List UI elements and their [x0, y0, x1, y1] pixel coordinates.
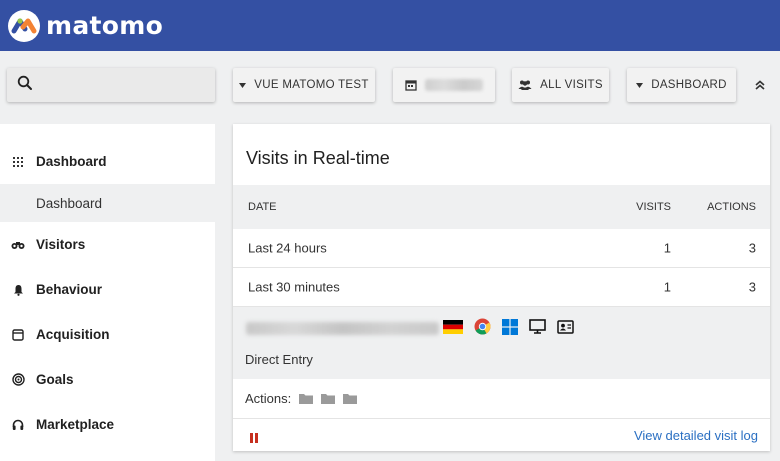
- bell-icon: [11, 283, 25, 297]
- caret-down-icon: [239, 82, 247, 88]
- search-icon: [17, 75, 33, 96]
- row-date: Last 30 minutes: [248, 279, 340, 295]
- caret-down-icon: [636, 82, 644, 88]
- desktop-icon: [529, 319, 546, 334]
- column-header-visits: VISITS: [636, 201, 671, 213]
- search-input[interactable]: [7, 68, 215, 102]
- sidebar-item-label: Acquisition: [36, 327, 110, 342]
- widget-footer: View detailed visit log: [233, 419, 770, 451]
- visit-entry: Direct Entry: [233, 307, 770, 379]
- referrer-text: Direct Entry: [245, 352, 313, 367]
- row-actions: 3: [748, 279, 756, 295]
- row-date: Last 24 hours: [248, 240, 327, 256]
- pause-icon[interactable]: [250, 433, 258, 443]
- folder-icon[interactable]: [299, 393, 314, 404]
- segment-selector-button[interactable]: ALL VISITS: [512, 68, 609, 102]
- sidebar-item-label: Dashboard: [36, 154, 107, 169]
- grid-icon: [11, 155, 25, 169]
- contact-card-icon: [557, 319, 574, 334]
- realtime-widget: Visits in Real-time DATE VISITS ACTIONS …: [233, 124, 770, 451]
- sidebar-subitem-label: Dashboard: [36, 195, 103, 211]
- users-icon: [518, 80, 532, 90]
- germany-flag-icon: [443, 319, 463, 334]
- target-icon: [11, 373, 25, 387]
- sidebar-subitem-dashboard[interactable]: Dashboard: [0, 184, 215, 222]
- column-header-actions: ACTIONS: [707, 201, 756, 213]
- visitor-icons: [443, 318, 585, 335]
- sidebar-item-label: Visitors: [36, 237, 86, 252]
- site-selector-button[interactable]: VUE MATOMO TEST: [233, 68, 375, 102]
- sidebar-item-label: Behaviour: [36, 282, 103, 297]
- row-actions: 3: [748, 240, 756, 256]
- folder-icon[interactable]: [343, 393, 358, 404]
- dashboard-selector-label: DASHBOARD: [651, 79, 727, 91]
- table-header: DATE VISITS ACTIONS: [233, 185, 770, 229]
- folder-icon[interactable]: [321, 393, 336, 404]
- visit-actions: Actions:: [233, 379, 770, 419]
- sidebar-item-goals[interactable]: Goals: [0, 357, 215, 402]
- table-row: Last 24 hours 1 3: [233, 229, 770, 268]
- matomo-logo-icon[interactable]: [8, 9, 40, 42]
- visit-datetime-redacted: [246, 322, 439, 335]
- sidebar-item-acquisition[interactable]: Acquisition: [0, 312, 215, 357]
- chevron-double-up-icon[interactable]: [751, 76, 769, 94]
- binoculars-icon: [11, 238, 25, 252]
- table-row: Last 30 minutes 1 3: [233, 268, 770, 307]
- sidebar-item-visitors[interactable]: Visitors: [0, 222, 215, 267]
- date-value-redacted: [425, 79, 483, 91]
- dashboard-selector-button[interactable]: DASHBOARD: [627, 68, 736, 102]
- view-visit-log-link[interactable]: View detailed visit log: [634, 428, 758, 443]
- brand-name[interactable]: matomo: [46, 11, 163, 40]
- widget-title: Visits in Real-time: [246, 148, 390, 168]
- top-header: matomo: [0, 0, 780, 51]
- row-visits: 1: [663, 240, 671, 256]
- sidebar-item-label: Marketplace: [36, 417, 115, 432]
- headset-icon: [11, 418, 25, 432]
- windows-icon: [502, 318, 518, 335]
- row-visits: 1: [663, 279, 671, 295]
- sidebar: Dashboard Dashboard Visitors Behaviour A…: [0, 124, 215, 461]
- sidebar-item-behaviour[interactable]: Behaviour: [0, 267, 215, 312]
- window-icon: [11, 328, 25, 342]
- calendar-icon: [405, 79, 417, 91]
- sidebar-item-marketplace[interactable]: Marketplace: [0, 402, 215, 447]
- date-selector-button[interactable]: [393, 68, 495, 102]
- segment-label: ALL VISITS: [540, 79, 603, 91]
- sidebar-item-label: Goals: [36, 372, 74, 387]
- site-selector-label: VUE MATOMO TEST: [254, 79, 369, 91]
- chrome-icon: [474, 318, 491, 335]
- actions-label: Actions:: [245, 391, 292, 406]
- sidebar-item-dashboard[interactable]: Dashboard: [0, 139, 215, 184]
- column-header-date: DATE: [248, 201, 277, 213]
